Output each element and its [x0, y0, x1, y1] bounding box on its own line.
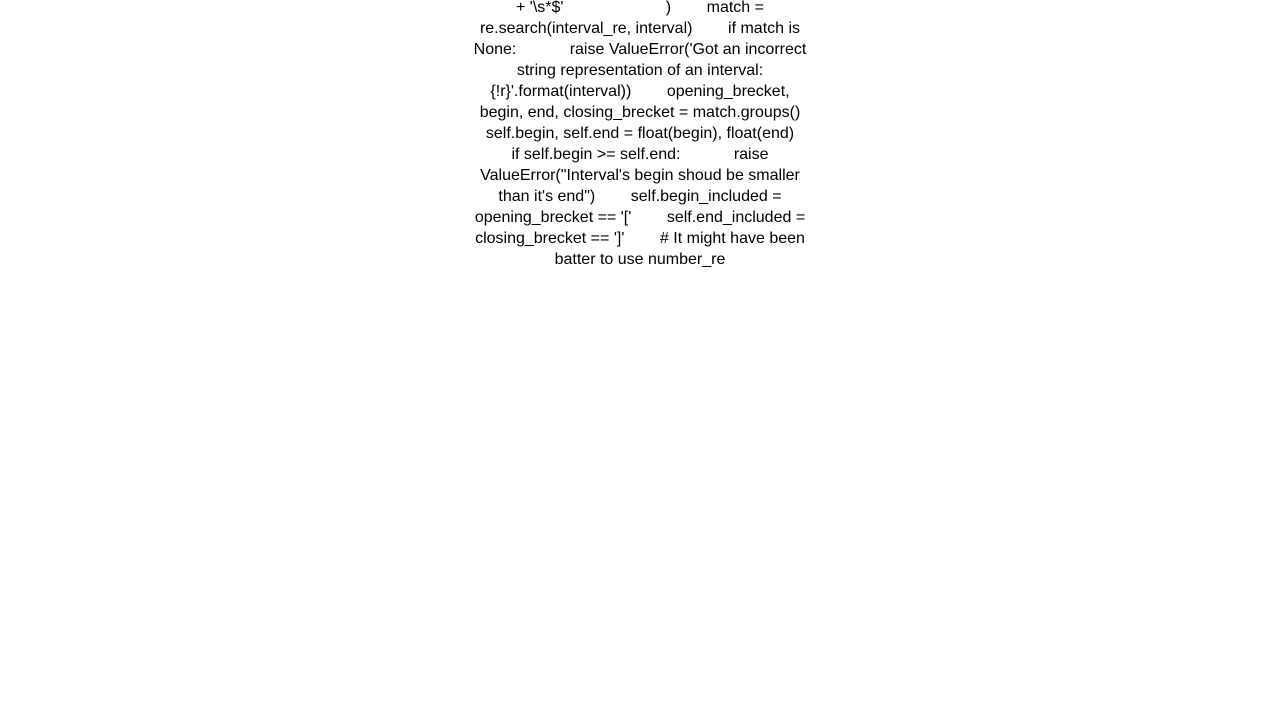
source-code-text: def __init__(self, interval): if isinsta…: [473, 0, 807, 268]
document-viewport: def __init__(self, interval): if isinsta…: [0, 0, 1280, 720]
code-text-block: def __init__(self, interval): if isinsta…: [473, 0, 807, 312]
